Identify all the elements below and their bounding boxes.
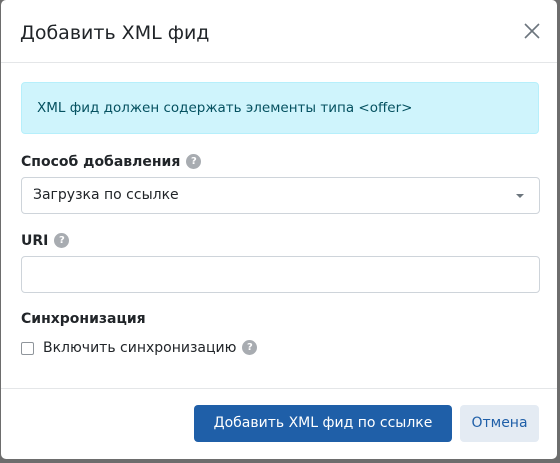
chevron-down-icon	[516, 194, 524, 198]
sync-label: Синхронизация	[21, 311, 146, 327]
method-select[interactable]: Загрузка по ссылке	[21, 177, 540, 214]
info-alert: XML фид должен содержать элементы типа <…	[21, 82, 539, 134]
modal-title: Добавить XML фид	[20, 22, 210, 44]
help-icon[interactable]: ?	[242, 339, 258, 355]
method-label-text: Способ добавления	[21, 154, 181, 170]
modal-header: Добавить XML фид	[1, 0, 557, 63]
sync-checkbox[interactable]	[21, 341, 34, 355]
uri-label: URI?	[21, 232, 70, 250]
help-icon[interactable]: ?	[186, 153, 202, 169]
close-button[interactable]	[521, 20, 543, 42]
sync-checkbox-label[interactable]: Включить синхронизацию	[43, 340, 236, 356]
cancel-button[interactable]: Отмена	[460, 405, 539, 442]
sync-checkbox-row: Включить синхронизацию?	[21, 339, 258, 357]
add-xml-feed-button[interactable]: Добавить XML фид по ссылке	[194, 405, 452, 442]
help-icon[interactable]: ?	[54, 232, 70, 248]
modal-footer: Добавить XML фид по ссылке Отмена	[1, 388, 557, 459]
method-label: Способ добавления?	[21, 153, 202, 171]
uri-input[interactable]	[21, 256, 540, 293]
method-select-value: Загрузка по ссылке	[33, 187, 179, 203]
uri-label-text: URI	[21, 233, 49, 249]
add-xml-feed-modal: Добавить XML фид XML фид должен содержат…	[1, 0, 557, 459]
close-icon	[524, 23, 540, 39]
